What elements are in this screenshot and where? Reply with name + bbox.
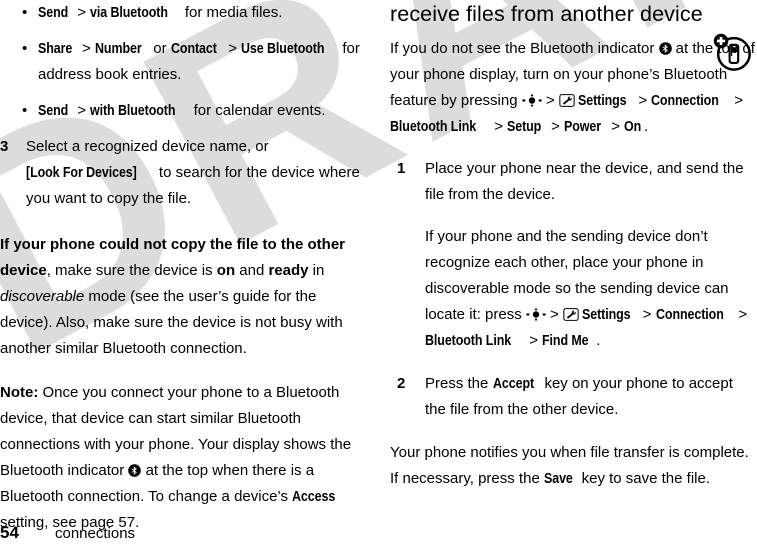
separator: or: [149, 40, 171, 57]
menu-label-via-bluetooth: via Bluetooth: [90, 5, 169, 21]
step-1-sub-paragraph: If your phone and the sending device don…: [425, 224, 757, 354]
menu-label-connection: Connection: [655, 307, 724, 323]
troubleshooting-part-2: and: [235, 262, 269, 279]
menu-label-with-bluetooth: with Bluetooth: [90, 103, 176, 119]
separator: >: [730, 92, 744, 109]
right-column: receive files from another device If you…: [390, 0, 757, 492]
menu-label-share: Share: [38, 41, 73, 57]
separator: >: [541, 92, 559, 109]
menu-label-look-for-devices: [Look For Devices]: [26, 165, 137, 181]
separator: >: [545, 306, 563, 323]
troubleshooting-paragraph: If your phone could not copy the file to…: [0, 232, 372, 362]
separator: >: [73, 4, 91, 21]
manual-page: • Send > via Bluetooth for media files. •…: [0, 0, 757, 546]
center-select-key-icon: [522, 93, 542, 108]
step-text-before: Press the: [425, 375, 493, 392]
separator: >: [607, 118, 625, 135]
list-item: • Share > Number or Contact > Use Bluetoo…: [0, 36, 372, 88]
settings-wrench-icon: [563, 308, 579, 321]
step-item-1: 1 Place your phone near the device, and s…: [390, 156, 757, 354]
menu-label-save: Save: [543, 471, 573, 487]
troubleshooting-part-3: in: [308, 262, 325, 279]
step-text-before: Select a recognized device name, or: [26, 138, 269, 155]
menu-label-send: Send: [38, 5, 69, 21]
menu-label-number: Number: [94, 41, 142, 57]
left-column: • Send > via Bluetooth for media files. •…: [0, 0, 372, 536]
menu-label-connection: Connection: [651, 93, 720, 109]
sub-tail: .: [596, 332, 601, 349]
bullet-tail-text: for calendar events.: [189, 102, 326, 119]
separator: >: [77, 40, 95, 57]
menu-label-settings: Settings: [577, 93, 627, 109]
footer-section-name: connections: [55, 525, 136, 542]
emphasis-on: on: [216, 262, 236, 279]
closing-paragraph: Your phone notifies you when file transf…: [390, 440, 757, 492]
step-item-3: 3 Select a recognized device name, or [Lo…: [0, 134, 372, 212]
bluetooth-indicator-icon: [658, 42, 672, 55]
step-item-2: 2 Press the Accept key on your phone to a…: [390, 371, 757, 423]
list-item: • Send > with Bluetooth for calendar even…: [0, 98, 372, 124]
menu-label-on: On: [624, 119, 642, 135]
separator: >: [525, 332, 543, 349]
page-title: receive files from another device: [390, 2, 703, 26]
center-select-key-icon: [526, 307, 546, 322]
emphasis-ready: ready: [268, 262, 309, 279]
footer-page-number: 54: [0, 523, 19, 542]
menu-label-access: Access: [292, 489, 336, 505]
bluetooth-indicator-icon: [128, 464, 142, 477]
closing-part-2: key to save the file.: [577, 470, 711, 487]
menu-label-power: Power: [564, 119, 602, 135]
menu-label-accept: Accept: [492, 376, 534, 392]
note-paragraph: Note: Once you connect your phone to a B…: [0, 380, 372, 536]
intro-tail: .: [644, 118, 649, 135]
troubleshooting-part-1: , make sure the device is: [46, 262, 217, 279]
bullet-tail-text: for media files.: [180, 4, 283, 21]
note-label: Note:: [0, 384, 39, 401]
intro-paragraph: If you do not see the Bluetooth indicato…: [390, 36, 757, 140]
separator: >: [734, 306, 748, 323]
step-number: 3: [0, 138, 9, 155]
menu-label-find-me: Find Me: [542, 333, 589, 349]
settings-wrench-icon: [559, 94, 575, 107]
separator: >: [638, 306, 656, 323]
separator: >: [546, 118, 565, 135]
menu-label-send: Send: [38, 103, 69, 119]
add-device-icon: [711, 30, 753, 72]
intro-part-1: If you do not see the Bluetooth indicato…: [390, 40, 659, 57]
step-number: 1: [397, 160, 406, 177]
menu-label-use-bluetooth: Use Bluetooth: [241, 41, 325, 57]
page-footer: 54 connections: [0, 523, 135, 544]
menu-label-bluetooth-link: Bluetooth Link: [390, 119, 477, 135]
bullet-dot: •: [22, 40, 28, 57]
bullet-dot: •: [22, 102, 28, 119]
menu-label-bluetooth-link: Bluetooth Link: [425, 333, 512, 349]
menu-label-contact: Contact: [170, 41, 217, 57]
step-number: 2: [397, 375, 406, 392]
emphasis-discoverable: discoverable: [0, 288, 85, 305]
separator: >: [634, 92, 652, 109]
bullet-dot: •: [22, 4, 28, 21]
separator: >: [73, 102, 91, 119]
list-item: • Send > via Bluetooth for media files.: [0, 0, 372, 26]
separator: >: [224, 40, 242, 57]
menu-label-setup: Setup: [507, 119, 542, 135]
separator: >: [490, 118, 508, 135]
menu-label-settings: Settings: [582, 307, 631, 323]
step-text: Place your phone near the device, and se…: [425, 160, 744, 203]
